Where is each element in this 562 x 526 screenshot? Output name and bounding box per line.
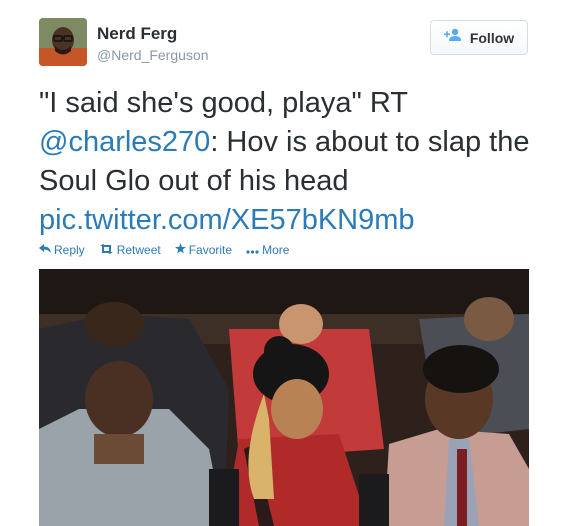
reply-label: Reply: [54, 243, 85, 257]
add-user-icon: [443, 28, 462, 47]
retweet-label: Retweet: [116, 243, 161, 257]
more-button[interactable]: More: [246, 243, 289, 257]
favorite-button[interactable]: Favorite: [174, 243, 233, 257]
avatar[interactable]: [39, 18, 87, 66]
tweet-text-part1: "I said she's good, playa" RT: [39, 87, 408, 119]
tweet-actions: Reply Retweet Favorite More: [39, 243, 289, 257]
more-dots-icon: [246, 243, 259, 257]
tweet-text: "I said she's good, playa" RT @charles27…: [39, 84, 539, 240]
user-info: Nerd Ferg @Nerd_Ferguson: [97, 24, 209, 64]
screen-name[interactable]: @Nerd_Ferguson: [97, 46, 209, 64]
photo-image: [39, 269, 529, 526]
tweet-photo[interactable]: [39, 269, 529, 526]
retweet-button[interactable]: Retweet: [99, 243, 161, 257]
pic-link[interactable]: pic.twitter.com/XE57bKN9mb: [39, 204, 415, 236]
more-label: More: [262, 243, 290, 257]
star-icon: [174, 243, 186, 257]
avatar-image: [39, 18, 87, 66]
favorite-label: Favorite: [188, 243, 233, 257]
reply-icon: [39, 243, 51, 257]
follow-label: Follow: [469, 29, 515, 46]
reply-button[interactable]: Reply: [39, 243, 85, 257]
follow-button[interactable]: Follow: [430, 20, 528, 55]
retweet-icon: [99, 243, 114, 257]
display-name[interactable]: Nerd Ferg: [97, 24, 209, 44]
mention-link[interactable]: @charles270: [39, 126, 210, 158]
